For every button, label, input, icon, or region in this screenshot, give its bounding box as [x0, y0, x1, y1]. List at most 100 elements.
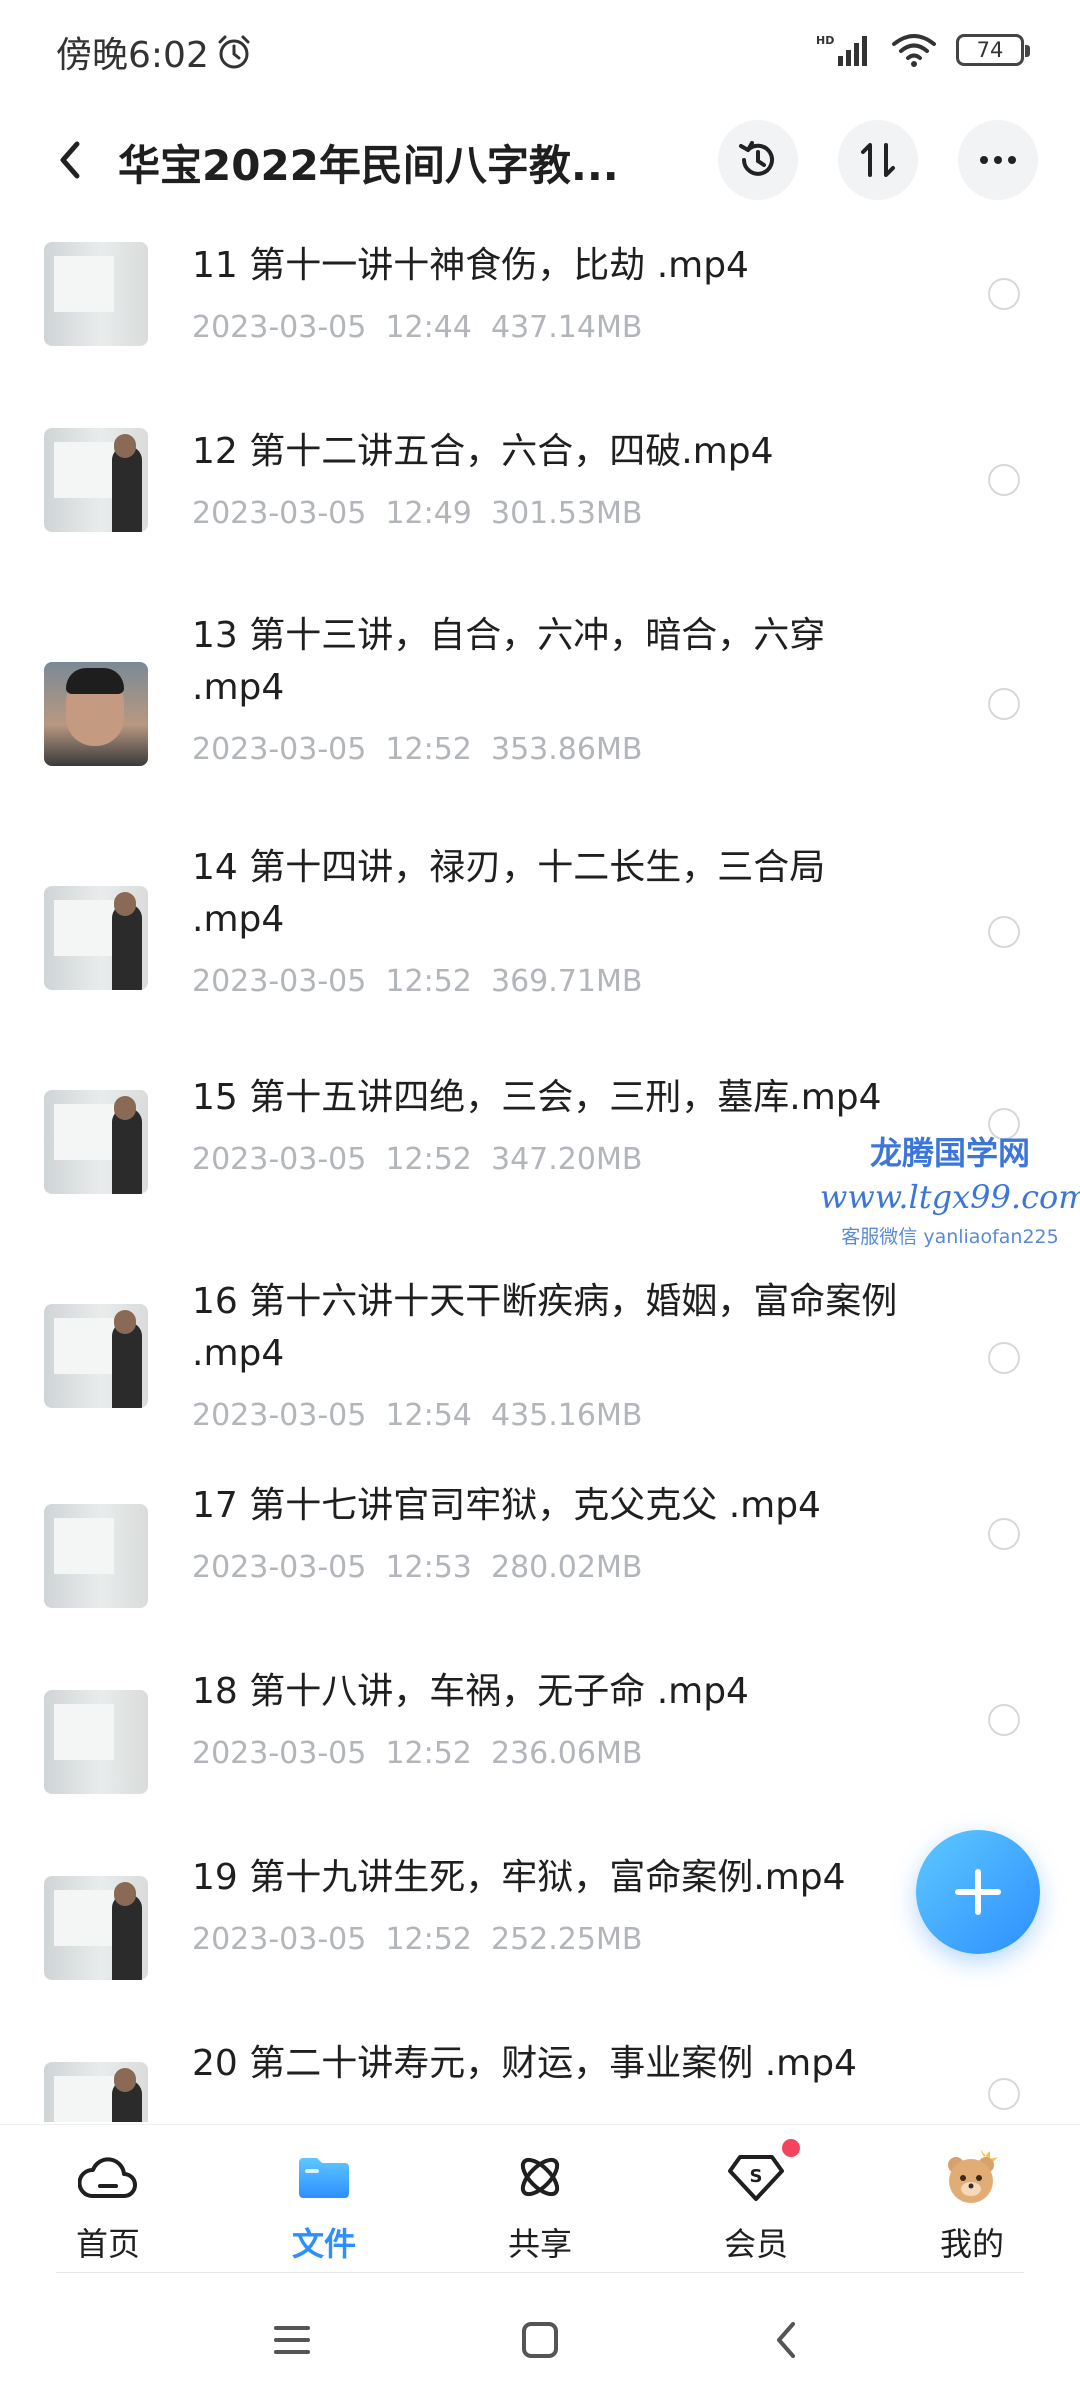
add-fab-button[interactable] [916, 1830, 1040, 1954]
file-size: 353.86MB [490, 732, 643, 767]
history-button[interactable] [718, 120, 798, 200]
file-date: 2023-03-05 [192, 1736, 367, 1771]
file-size: 435.16MB [490, 1398, 643, 1433]
file-time: 12:52 [385, 732, 472, 767]
file-item[interactable]: 16 第十六讲十天干断疾病，婚姻，富命案例 .mp4 2023-03-05 12… [0, 1246, 1080, 1470]
file-meta: 2023-03-05 12:52 236.06MB [192, 1736, 642, 1771]
video-thumbnail [44, 242, 148, 346]
page-title: 华宝2022年民间八字教... [118, 141, 619, 190]
file-meta: 2023-03-05 12:44 437.14MB [192, 310, 642, 345]
select-radio[interactable] [988, 464, 1020, 496]
file-size: 369.71MB [490, 964, 643, 999]
battery-level: 74 [976, 38, 1004, 62]
file-date: 2023-03-05 [192, 1398, 367, 1433]
file-size: 236.06MB [490, 1736, 643, 1771]
home-button[interactable] [510, 2310, 570, 2370]
select-radio[interactable] [988, 1342, 1020, 1374]
file-item[interactable]: 20 第二十讲寿元，财运，事业案例 .mp4 [0, 2028, 1080, 2122]
file-name: 18 第十八讲，车祸，无子命 .mp4 [192, 1671, 749, 1712]
file-time: 12:53 [385, 1550, 472, 1585]
more-button[interactable] [958, 120, 1038, 200]
file-name: 19 第十九讲生死，牢狱，富命案例.mp4 [192, 1857, 846, 1898]
svg-text:HD: HD [816, 34, 834, 47]
file-time: 12:52 [385, 964, 472, 999]
file-item[interactable]: 13 第十三讲，自合，六冲，暗合，六穿 .mp4 2023-03-05 12:5… [0, 594, 1080, 834]
select-radio[interactable] [988, 1518, 1020, 1550]
nav-label-share: 共享 [507, 2225, 572, 2263]
file-date: 2023-03-05 [192, 732, 367, 767]
file-item[interactable]: 12 第十二讲五合，六合，四破.mp4 2023-03-05 12:49 301… [0, 408, 1080, 594]
status-icons: HD 74 [816, 30, 1030, 70]
video-thumbnail [44, 886, 148, 990]
select-radio[interactable] [988, 1704, 1020, 1736]
system-back-button[interactable] [756, 2310, 816, 2370]
video-thumbnail [44, 2062, 148, 2122]
svg-text:S: S [750, 2166, 763, 2187]
nav-item-files[interactable]: 文件 [254, 2139, 394, 2269]
nav-label-me: 我的 [939, 2225, 1004, 2263]
sort-icon [861, 143, 895, 177]
file-date: 2023-03-05 [192, 964, 367, 999]
file-meta: 2023-03-05 12:53 280.02MB [192, 1550, 642, 1585]
header: 华宝2022年民间八字教... [0, 110, 1080, 210]
select-radio[interactable] [988, 278, 1020, 310]
file-meta: 2023-03-05 12:52 252.25MB [192, 1922, 642, 1957]
file-size: 280.02MB [490, 1550, 643, 1585]
file-time: 12:52 [385, 1142, 472, 1177]
file-name: 13 第十三讲，自合，六冲，暗合，六穿 .mp4 [192, 615, 826, 708]
more-icon [980, 156, 1016, 164]
file-time: 12:44 [385, 310, 472, 345]
bear-avatar-icon [948, 2149, 998, 2203]
chevron-left-icon [777, 2322, 795, 2358]
select-radio[interactable] [988, 688, 1020, 720]
cloud-home-icon [78, 2157, 137, 2198]
file-date: 2023-03-05 [192, 496, 367, 531]
file-time: 12:49 [385, 496, 472, 531]
wifi-icon [892, 34, 936, 67]
video-thumbnail [44, 1304, 148, 1408]
video-thumbnail [44, 1090, 148, 1194]
nav-item-me[interactable]: 我的 [902, 2139, 1042, 2269]
file-size: 252.25MB [490, 1922, 643, 1957]
square-icon [522, 2322, 558, 2358]
battery-icon: 74 [956, 34, 1030, 66]
file-name: 16 第十六讲十天干断疾病，婚姻，富命案例 .mp4 [192, 1281, 898, 1374]
file-time: 12:52 [385, 1736, 472, 1771]
file-meta: 2023-03-05 12:52 347.20MB [192, 1142, 642, 1177]
file-size: 301.53MB [490, 496, 643, 531]
recents-button[interactable] [262, 2310, 322, 2370]
watermark-contact: 客服微信 yanliaofan225 [841, 1226, 1059, 1248]
select-radio[interactable] [988, 916, 1020, 948]
file-item[interactable]: 18 第十八讲，车祸，无子命 .mp4 2023-03-05 12:52 236… [0, 1656, 1080, 1842]
select-radio[interactable] [988, 2078, 1020, 2110]
file-item[interactable]: 11 第十一讲十神食伤，比劫 .mp4 2023-03-05 12:44 437… [0, 222, 1080, 408]
nav-item-share[interactable]: 共享 [470, 2139, 610, 2269]
bottom-nav: 首页 文件 共享 S 会员 我的 [0, 2124, 1080, 2272]
file-item[interactable]: 17 第十七讲官司牢狱，克父克父 .mp4 2023-03-05 12:53 2… [0, 1470, 1080, 1656]
file-meta: 2023-03-05 12:52 369.71MB [192, 964, 642, 999]
file-name: 20 第二十讲寿元，财运，事业案例 .mp4 [192, 2043, 857, 2084]
file-name: 15 第十五讲四绝，三会，三刑，墓库.mp4 [192, 1077, 882, 1118]
file-date: 2023-03-05 [192, 1142, 367, 1177]
share-atom-icon [520, 2157, 560, 2197]
file-name: 11 第十一讲十神食伤，比劫 .mp4 [192, 245, 749, 286]
back-button[interactable] [40, 130, 100, 190]
nav-label-files: 文件 [291, 2225, 356, 2263]
file-date: 2023-03-05 [192, 1922, 367, 1957]
file-item[interactable]: 19 第十九讲生死，牢狱，富命案例.mp4 2023-03-05 12:52 2… [0, 1842, 1080, 2028]
nav-item-home[interactable]: 首页 [38, 2139, 178, 2269]
sort-button[interactable] [838, 120, 918, 200]
video-thumbnail [44, 428, 148, 532]
history-icon [739, 141, 774, 176]
file-date: 2023-03-05 [192, 310, 367, 345]
file-size: 347.20MB [490, 1142, 643, 1177]
video-thumbnail [44, 1504, 148, 1608]
nav-item-vip[interactable]: S 会员 [686, 2139, 826, 2269]
file-size: 437.14MB [490, 310, 643, 345]
system-nav [0, 2282, 1080, 2400]
status-time: 傍晚6:02 [56, 35, 209, 76]
file-item[interactable]: 14 第十四讲，禄刃，十二长生，三合局 .mp4 2023-03-05 12:5… [0, 834, 1080, 1060]
folder-icon [299, 2158, 349, 2198]
video-thumbnail [44, 1876, 148, 1980]
watermark: 龙腾国学网 www.ltgx99.com 客服微信 yanliaofan225 [820, 1128, 1080, 1249]
